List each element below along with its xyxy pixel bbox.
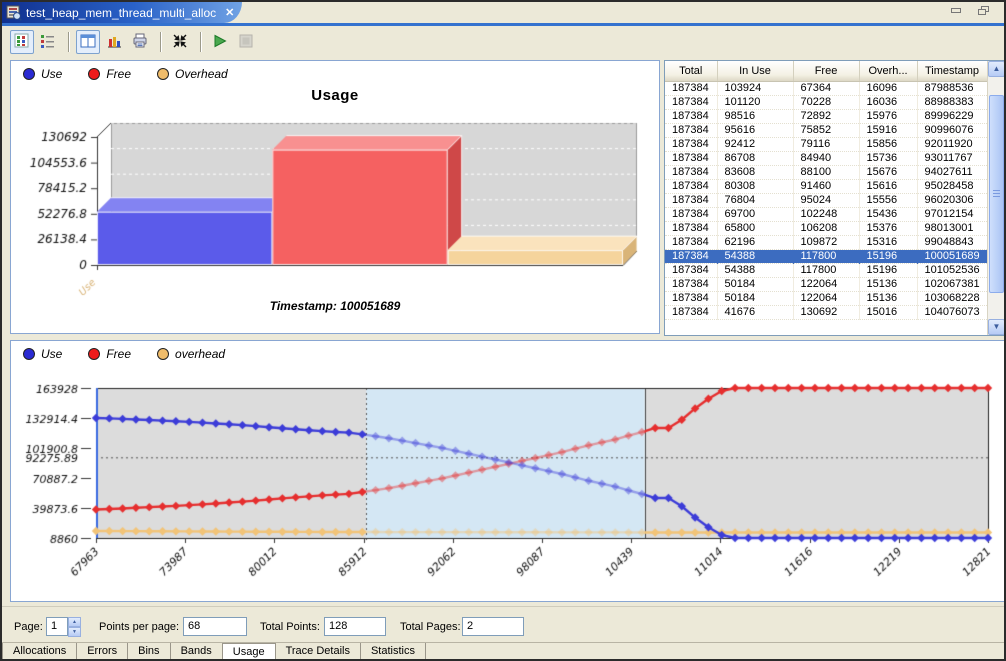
run-icon	[212, 33, 228, 52]
scrollbar-thumb[interactable]	[989, 95, 1004, 293]
table-row[interactable]: 187384101120702281603688988383	[665, 95, 987, 109]
editor-tab-bar: test_heap_mem_thread_multi_alloc ✕	[2, 2, 1004, 23]
use-swatch-icon	[23, 68, 35, 80]
fit-window-icon	[172, 33, 188, 52]
legend-item-overhead: Overhead	[157, 67, 228, 81]
table-row[interactable]: 18738498516728921597689996229	[665, 109, 987, 123]
page-label: Page:	[14, 621, 43, 633]
usage-bar-chart[interactable]	[13, 113, 659, 297]
editor-tab-title: test_heap_mem_thread_multi_alloc	[26, 6, 216, 20]
legend-item-use: Use	[23, 67, 62, 81]
table-header-row: Total In Use Free Overh... Timestamp	[665, 61, 987, 81]
total-points-field[interactable]: 128	[324, 617, 386, 636]
table-row[interactable]: 18738476804950241555696020306	[665, 193, 987, 207]
spin-up-icon[interactable]: ▲	[68, 617, 81, 627]
trend-chart-panel: Use Free overhead	[10, 340, 1005, 602]
toolbar-separator	[200, 32, 202, 52]
table-row[interactable]: 187384621961098721531699048843	[665, 235, 987, 249]
view-tab-errors[interactable]: Errors	[77, 643, 128, 661]
table-row[interactable]: 18738486708849401573693011767	[665, 151, 987, 165]
table-row[interactable]: 187384697001022481543697012154	[665, 207, 987, 221]
view-tab-usage[interactable]: Usage	[223, 643, 276, 661]
free-swatch-icon	[88, 68, 100, 80]
page-spinner[interactable]: 1	[46, 617, 68, 636]
col-header-total[interactable]: Total	[665, 61, 717, 81]
legend-item-free: Free	[88, 67, 131, 81]
total-pages-field[interactable]: 2	[462, 617, 524, 636]
chart-view-icon	[106, 33, 122, 52]
scroll-down-icon[interactable]: ▼	[988, 319, 1005, 335]
list-view-button[interactable]	[36, 30, 60, 54]
table-row[interactable]: 18738495616758521591690996076	[665, 123, 987, 137]
table-scrollbar[interactable]: ▲ ▼	[987, 61, 1004, 335]
legend-item-use: Use	[23, 347, 62, 361]
spin-down-icon[interactable]: ▼	[68, 627, 81, 637]
legend-item-free: Free	[88, 347, 131, 361]
table-row[interactable]: 1873845018412206415136102067381	[665, 277, 987, 291]
list-view-icon	[40, 33, 56, 52]
view-window-controls	[950, 6, 990, 17]
col-header-timestamp[interactable]: Timestamp	[917, 61, 987, 81]
usage-legend: Use Free Overhead	[23, 67, 228, 81]
timestamp-label: Timestamp: 100051689	[11, 299, 659, 313]
col-header-overhead[interactable]: Overh...	[859, 61, 917, 81]
stop-button[interactable]	[234, 30, 258, 54]
editor-tab[interactable]: test_heap_mem_thread_multi_alloc ✕	[2, 2, 242, 23]
restore-icon[interactable]	[977, 6, 990, 17]
scrollbar-grip-icon	[993, 190, 1000, 198]
run-button[interactable]	[208, 30, 232, 54]
points-per-page-field[interactable]: 68	[183, 617, 247, 636]
view-tab-statistics[interactable]: Statistics	[361, 643, 426, 661]
paging-controls: Page: 1 ▲ ▼ Points per page: 68 Total Po…	[2, 606, 1004, 642]
grid-view-icon	[14, 33, 30, 52]
table-row[interactable]: 18738480308914601561695028458	[665, 179, 987, 193]
table-row[interactable]: 187384658001062081537698013001	[665, 221, 987, 235]
trend-legend: Use Free overhead	[23, 347, 225, 361]
view-tab-bar: AllocationsErrorsBinsBandsUsageTrace Det…	[2, 642, 1004, 661]
app-window: test_heap_mem_thread_multi_alloc ✕	[0, 0, 1006, 661]
total-pages-label: Total Pages:	[400, 621, 461, 633]
grid-view-button[interactable]	[10, 30, 34, 54]
fit-window-button[interactable]	[168, 30, 192, 54]
chart-view-button[interactable]	[102, 30, 126, 54]
usage-table-panel: Total In Use Free Overh... Timestamp 187…	[664, 60, 1005, 336]
table-row[interactable]: 1873845018412206415136103068228	[665, 291, 987, 305]
toolbar-separator	[160, 32, 162, 52]
stop-icon	[238, 33, 254, 52]
print-icon	[132, 33, 148, 52]
overhead-swatch-icon	[157, 348, 169, 360]
total-points-label: Total Points:	[260, 621, 320, 633]
scroll-up-icon[interactable]: ▲	[988, 61, 1005, 77]
page-spinner-buttons[interactable]: ▲ ▼	[68, 617, 81, 636]
close-icon[interactable]: ✕	[225, 6, 234, 19]
use-swatch-icon	[23, 348, 35, 360]
minimize-icon[interactable]	[950, 6, 963, 17]
view-tab-trace-details[interactable]: Trace Details	[276, 643, 361, 661]
view-tab-allocations[interactable]: Allocations	[2, 643, 77, 661]
table-row[interactable]: 1873845438811780015196100051689	[665, 249, 987, 263]
usage-trend-chart[interactable]	[11, 381, 1004, 601]
combined-view-button[interactable]	[76, 30, 100, 54]
table-row[interactable]: 18738483608881001567694027611	[665, 165, 987, 179]
combined-view-icon	[80, 33, 96, 52]
usage-chart-title: Usage	[11, 87, 659, 104]
usage-chart-panel: Use Free Overhead Usage Timestamp: 10005…	[10, 60, 660, 334]
table-row[interactable]: 1873845438811780015196101052536	[665, 263, 987, 277]
view-tab-bins[interactable]: Bins	[128, 643, 170, 661]
toolbar	[2, 26, 1004, 58]
col-header-in-use[interactable]: In Use	[717, 61, 793, 81]
trace-app-icon	[6, 5, 22, 21]
points-per-page-label: Points per page:	[99, 621, 179, 633]
print-button[interactable]	[128, 30, 152, 54]
table-row[interactable]: 1873844167613069215016104076073	[665, 305, 987, 319]
table-row[interactable]: 18738492412791161585692011920	[665, 137, 987, 151]
usage-table: Total In Use Free Overh... Timestamp 187…	[665, 61, 988, 320]
view-tab-bands[interactable]: Bands	[171, 643, 223, 661]
overhead-swatch-icon	[157, 68, 169, 80]
toolbar-separator	[68, 32, 70, 52]
legend-item-overhead: overhead	[157, 347, 225, 361]
free-swatch-icon	[88, 348, 100, 360]
table-row[interactable]: 187384103924673641609687988536	[665, 81, 987, 95]
col-header-free[interactable]: Free	[793, 61, 859, 81]
